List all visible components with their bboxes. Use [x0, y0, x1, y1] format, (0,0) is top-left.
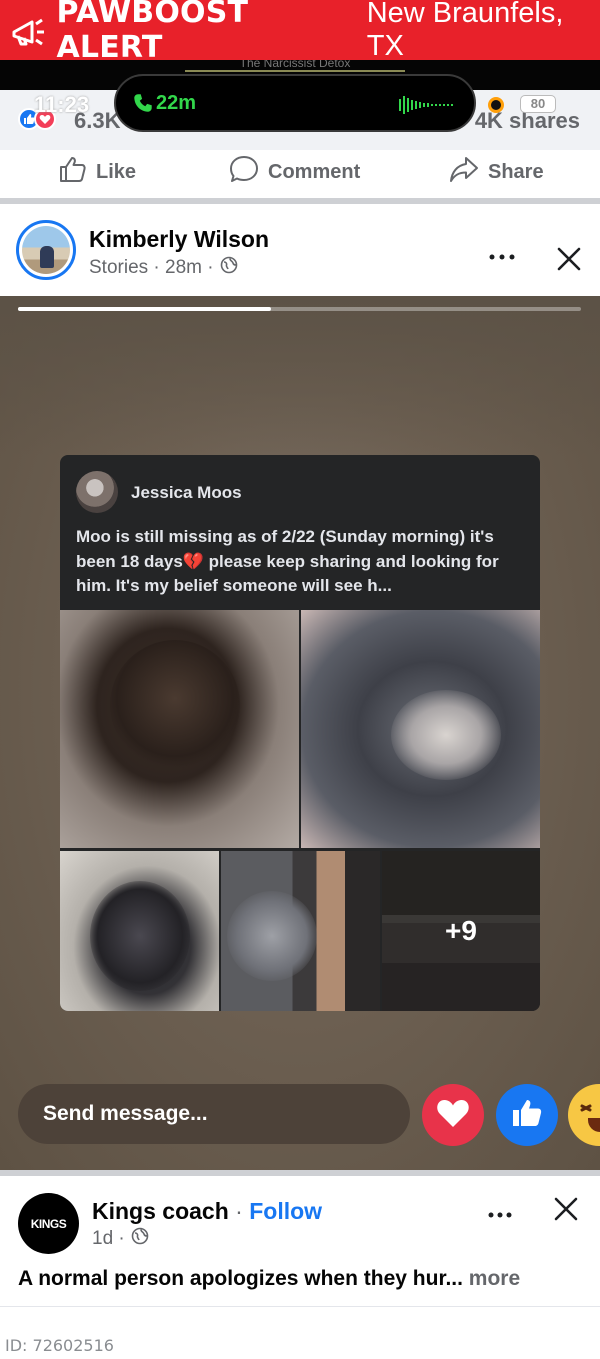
phone-icon [132, 92, 154, 114]
call-timer: 22m [156, 92, 197, 114]
pawboost-alert-banner: PAWBOOST ALERT New Braunfels, TX [0, 0, 600, 65]
author-avatar[interactable] [16, 220, 76, 280]
haha-reaction-button[interactable] [568, 1084, 600, 1146]
dog-and-woman-photo [221, 851, 380, 1011]
share-button[interactable]: Share [448, 154, 544, 190]
dog-photo-1-subject [110, 640, 240, 770]
dog-photo-1 [60, 610, 299, 848]
story-shade [0, 296, 600, 456]
like-reaction-button[interactable] [496, 1084, 558, 1146]
dog-photo-4-subject [227, 891, 317, 981]
heart-icon [435, 1097, 471, 1134]
audio-waveform-icon [399, 95, 459, 115]
shared-author-avatar [76, 471, 118, 513]
status-time: 11:23 [34, 92, 90, 117]
battery-indicator: 80 [520, 95, 556, 113]
story-progress-fill [18, 307, 272, 311]
love-reaction-button[interactable] [422, 1084, 484, 1146]
author-name[interactable]: Kimberly Wilson [89, 226, 269, 253]
thumbs-up-filled-icon [510, 1096, 544, 1135]
microphone-indicator-icon [488, 97, 504, 113]
megaphone-icon [6, 7, 50, 53]
more-options-icon[interactable] [488, 248, 516, 266]
alert-location: New Braunfels, TX [366, 0, 564, 62]
kings-post-text: A normal person apologizes when they hur… [18, 1267, 520, 1291]
kings-coach-name[interactable]: Kings coach [92, 1198, 229, 1224]
thumbs-up-icon [58, 154, 96, 190]
kings-coach-avatar[interactable]: KINGS [18, 1193, 79, 1254]
avatar-figure [40, 246, 54, 268]
kings-coach-header: Kings coach · Follow [92, 1198, 322, 1225]
globe-icon [220, 256, 238, 280]
follow-button[interactable]: Follow [249, 1198, 322, 1224]
kings-post-meta: 1d · [92, 1227, 149, 1251]
send-message-input[interactable]: Send message... [18, 1084, 410, 1144]
more-photos-tile[interactable]: +9 [382, 851, 540, 1011]
share-arrow-icon [448, 154, 488, 190]
story-post-header: Kimberly Wilson Stories · 28m · [0, 204, 600, 296]
shared-post-text: Moo is still missing as of 2/22 (Sunday … [76, 527, 499, 595]
send-message-placeholder: Send message... [43, 1102, 208, 1125]
pawboost-id-label: ID: 72602516 [5, 1336, 114, 1355]
shared-post-card[interactable]: Jessica Moos Moo is still missing as of … [60, 455, 540, 1011]
more-options-icon[interactable] [487, 1206, 513, 1224]
like-button[interactable]: Like [58, 154, 136, 190]
avatar-photo [22, 226, 70, 274]
name-separator: · [228, 1198, 250, 1224]
dog-photo-2 [301, 610, 540, 848]
comment-bubble-icon [228, 154, 268, 190]
next-post: KINGS Kings coach · Follow 1d · A normal… [0, 1176, 600, 1306]
close-icon[interactable] [556, 246, 582, 277]
post-meta-text: Stories · 28m · [89, 257, 214, 278]
story-progress-track [18, 307, 581, 311]
story-viewer[interactable]: Jessica Moos Moo is still missing as of … [0, 296, 600, 1170]
dog-photo-3 [60, 851, 219, 1011]
comment-label: Comment [268, 160, 361, 183]
close-icon[interactable] [553, 1196, 579, 1227]
kings-post-body: A normal person apologizes when they hur… [18, 1267, 469, 1290]
shared-author-name: Jessica Moos [131, 483, 242, 502]
see-more-link[interactable]: more [469, 1267, 520, 1290]
status-partial-title: The Narcissist Detox [185, 60, 405, 72]
comment-button[interactable]: Comment [228, 154, 360, 190]
dog-photo-3-subject [90, 881, 190, 991]
post-meta: Stories · 28m · [89, 256, 238, 280]
more-photos-count: +9 [382, 851, 540, 1011]
alert-title: PAWBOOST ALERT [56, 0, 249, 65]
bottom-separator [0, 1306, 600, 1307]
kings-post-time: 1d · [92, 1228, 125, 1249]
globe-icon [131, 1227, 149, 1251]
share-label: Share [488, 160, 544, 183]
dynamic-island-call[interactable]: 22m [114, 74, 476, 132]
dog-photo-2-subject [391, 690, 501, 780]
like-label: Like [96, 160, 137, 183]
post-action-row: Like Comment Share [0, 150, 600, 198]
